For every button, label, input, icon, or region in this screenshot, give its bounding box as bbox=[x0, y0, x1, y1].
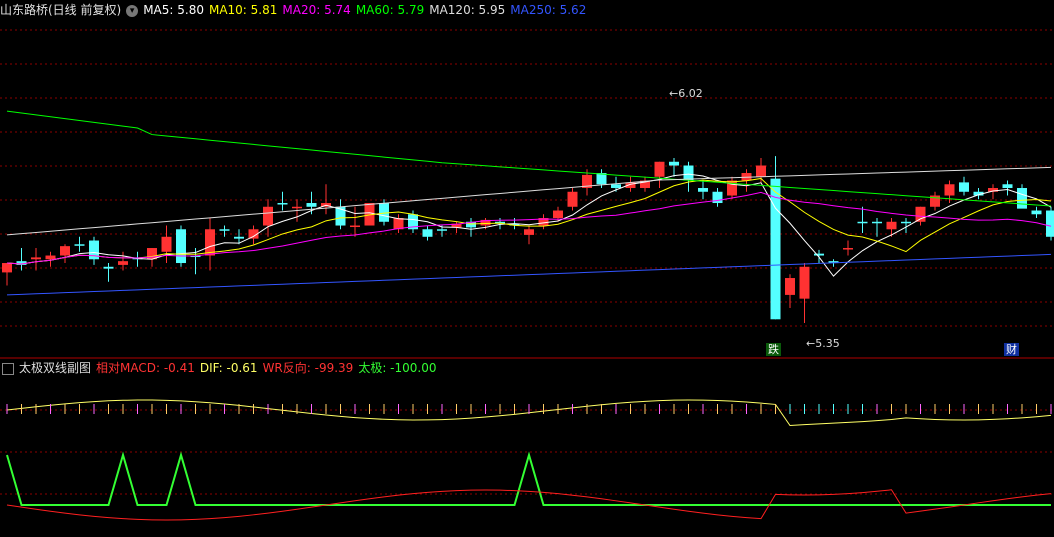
ma60-line bbox=[6, 110, 1052, 207]
candle-body bbox=[205, 229, 215, 256]
candle-body bbox=[814, 253, 824, 256]
candle-body bbox=[393, 218, 404, 230]
indicator-value-1: DIF: -0.61 bbox=[199, 361, 258, 375]
indicator-value-3: 太极: -100.00 bbox=[358, 361, 437, 375]
candle-body bbox=[422, 229, 433, 237]
candle-body bbox=[234, 236, 244, 239]
ma-legend-2: MA20: 5.74 bbox=[282, 3, 351, 17]
candle-body bbox=[45, 255, 56, 260]
candle-body bbox=[567, 191, 578, 207]
candle-body bbox=[306, 203, 317, 207]
candle-body bbox=[872, 221, 882, 224]
candle-body bbox=[292, 206, 302, 209]
settings-icon[interactable]: ▾ bbox=[126, 4, 139, 17]
main-header: 山东路桥(日线 前复权) ▾ MA5: 5.80 MA10: 5.81 MA20: 5.… bbox=[0, 0, 596, 20]
candle-body bbox=[785, 278, 795, 295]
candle-body bbox=[335, 206, 346, 226]
candle-body bbox=[1017, 188, 1027, 209]
candle-body bbox=[161, 236, 172, 252]
indicator-name[interactable]: 太极双线副图 bbox=[19, 361, 91, 375]
candle-body bbox=[1046, 210, 1054, 237]
candle-body bbox=[1031, 210, 1042, 215]
indicator-value-2: WR反向: -99.39 bbox=[262, 361, 354, 375]
indicator-value-0: 相对MACD: -0.41 bbox=[96, 361, 195, 375]
finance-marker[interactable]: 财 bbox=[1004, 343, 1019, 356]
candle-body bbox=[2, 263, 12, 273]
candle-body bbox=[103, 266, 114, 269]
indicator-header: 太极双线副图 相对MACD: -0.41 DIF: -0.61 WR反向: -99.3… bbox=[0, 358, 447, 378]
candle-body bbox=[915, 206, 926, 222]
candle-body bbox=[350, 225, 360, 228]
bottom-status-row bbox=[0, 530, 1054, 537]
candle-body bbox=[698, 188, 708, 192]
candle-body bbox=[524, 229, 534, 235]
candle-body bbox=[277, 203, 288, 205]
candle-body bbox=[669, 161, 679, 166]
candle-body bbox=[901, 221, 911, 224]
fall-marker[interactable]: 跌 bbox=[766, 343, 781, 356]
collapse-icon[interactable] bbox=[2, 362, 14, 375]
high-price-label: ←6.02 bbox=[669, 87, 703, 100]
candle-body bbox=[611, 184, 621, 189]
ma-legend-1: MA10: 5.81 bbox=[208, 3, 278, 17]
candle-body bbox=[770, 178, 781, 320]
candle-body bbox=[1002, 184, 1013, 189]
candle-body bbox=[959, 182, 969, 192]
ma-legend-0: MA5: 5.80 bbox=[143, 3, 204, 17]
candle-body bbox=[60, 246, 70, 256]
candle-body bbox=[219, 229, 230, 231]
price-chart[interactable] bbox=[0, 0, 1054, 537]
candle-body bbox=[74, 244, 85, 246]
taiji-line bbox=[6, 451, 1051, 506]
candle-body bbox=[843, 248, 853, 250]
candle-body bbox=[756, 165, 766, 177]
candle-body bbox=[799, 266, 810, 299]
candle-body bbox=[683, 165, 694, 181]
candle-body bbox=[857, 221, 868, 224]
candle-body bbox=[886, 221, 897, 230]
candle-body bbox=[654, 161, 665, 177]
low-price-label: ←5.35 bbox=[806, 337, 840, 350]
ma-legend-4: MA120: 5.95 bbox=[429, 3, 506, 17]
ma250-line bbox=[6, 253, 1052, 296]
candle-body bbox=[31, 257, 41, 260]
ma-legend-3: MA60: 5.79 bbox=[355, 3, 425, 17]
stock-title[interactable]: 山东路桥(日线 前复权) bbox=[0, 3, 121, 17]
candle-body bbox=[176, 229, 186, 264]
candle-body bbox=[944, 184, 955, 196]
candle-body bbox=[553, 210, 563, 219]
candle-body bbox=[118, 261, 128, 265]
candle-body bbox=[437, 229, 447, 231]
candle-body bbox=[263, 206, 273, 226]
ma-legend-5: MA250: 5.62 bbox=[510, 3, 587, 17]
